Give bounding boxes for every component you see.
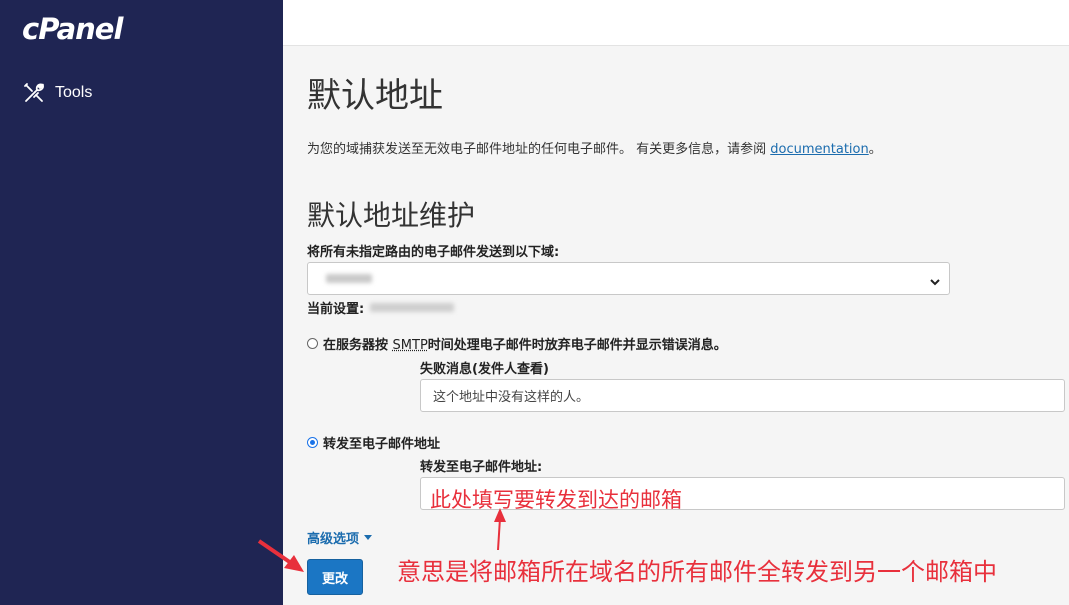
forward-option-label: 转发至电子邮件地址 xyxy=(323,437,441,452)
domain-select-label: 将所有未指定路由的电子邮件发送到以下域: xyxy=(307,245,560,260)
failure-message-label: 失败消息(发件人查看) xyxy=(420,362,549,377)
discard-label-post: 时间处理电子邮件时放弃电子邮件并显示错误消息。 xyxy=(427,338,727,353)
chevron-down-icon xyxy=(929,273,941,286)
cpanel-logo[interactable]: cPanel xyxy=(22,12,123,46)
discard-radio[interactable] xyxy=(307,338,318,349)
main-content: 默认地址 为您的域捕获发送至无效电子邮件地址的任何电子邮件。 有关更多信息，请参… xyxy=(283,46,1069,605)
tools-icon xyxy=(22,81,46,105)
annotation-bottom-hint: 意思是将邮箱所在域名的所有邮件全转发到另一个邮箱中 xyxy=(397,558,997,586)
annotation-input-hint: 此处填写要转发到达的邮箱 xyxy=(430,488,682,512)
advanced-options-label: 高级选项 xyxy=(307,532,360,547)
forward-option[interactable]: 转发至电子邮件地址 xyxy=(307,433,440,452)
domain-select[interactable] xyxy=(307,262,950,295)
discard-label-pre: 在服务器按 xyxy=(323,338,393,353)
selected-domain-blurred xyxy=(326,274,372,283)
forward-address-label: 转发至电子邮件地址: xyxy=(420,460,543,475)
documentation-link[interactable]: documentation xyxy=(770,142,868,157)
description-text: 为您的域捕获发送至无效电子邮件地址的任何电子邮件。 有关更多信息，请参阅 xyxy=(307,142,771,157)
advanced-options-toggle[interactable]: 高级选项 xyxy=(307,528,373,547)
page-description: 为您的域捕获发送至无效电子邮件地址的任何电子邮件。 有关更多信息，请参阅 doc… xyxy=(307,138,882,157)
sidebar-item-label: Tools xyxy=(55,84,93,101)
failure-message-input[interactable]: 这个地址中没有这样的人。 xyxy=(420,379,1065,412)
discard-option[interactable]: 在服务器按 SMTP时间处理电子邮件时放弃电子邮件并显示错误消息。 xyxy=(307,334,727,353)
current-setting-value-blurred xyxy=(370,303,455,312)
caret-down-icon xyxy=(364,535,373,540)
description-suffix: 。 xyxy=(868,142,882,157)
current-setting-label: 当前设置: xyxy=(307,302,365,317)
top-bar xyxy=(283,0,1069,46)
smtp-abbr: SMTP xyxy=(392,338,428,353)
sidebar: cPanel Tools xyxy=(0,0,283,605)
change-button[interactable]: 更改 xyxy=(307,559,363,595)
sidebar-item-tools[interactable]: Tools xyxy=(22,80,92,106)
discard-option-label: 在服务器按 SMTP时间处理电子邮件时放弃电子邮件并显示错误消息。 xyxy=(323,334,727,353)
current-setting: 当前设置: xyxy=(307,298,455,317)
section-title: 默认地址维护 xyxy=(307,199,476,232)
page-title: 默认地址 xyxy=(307,76,443,116)
forward-radio[interactable] xyxy=(307,437,318,448)
